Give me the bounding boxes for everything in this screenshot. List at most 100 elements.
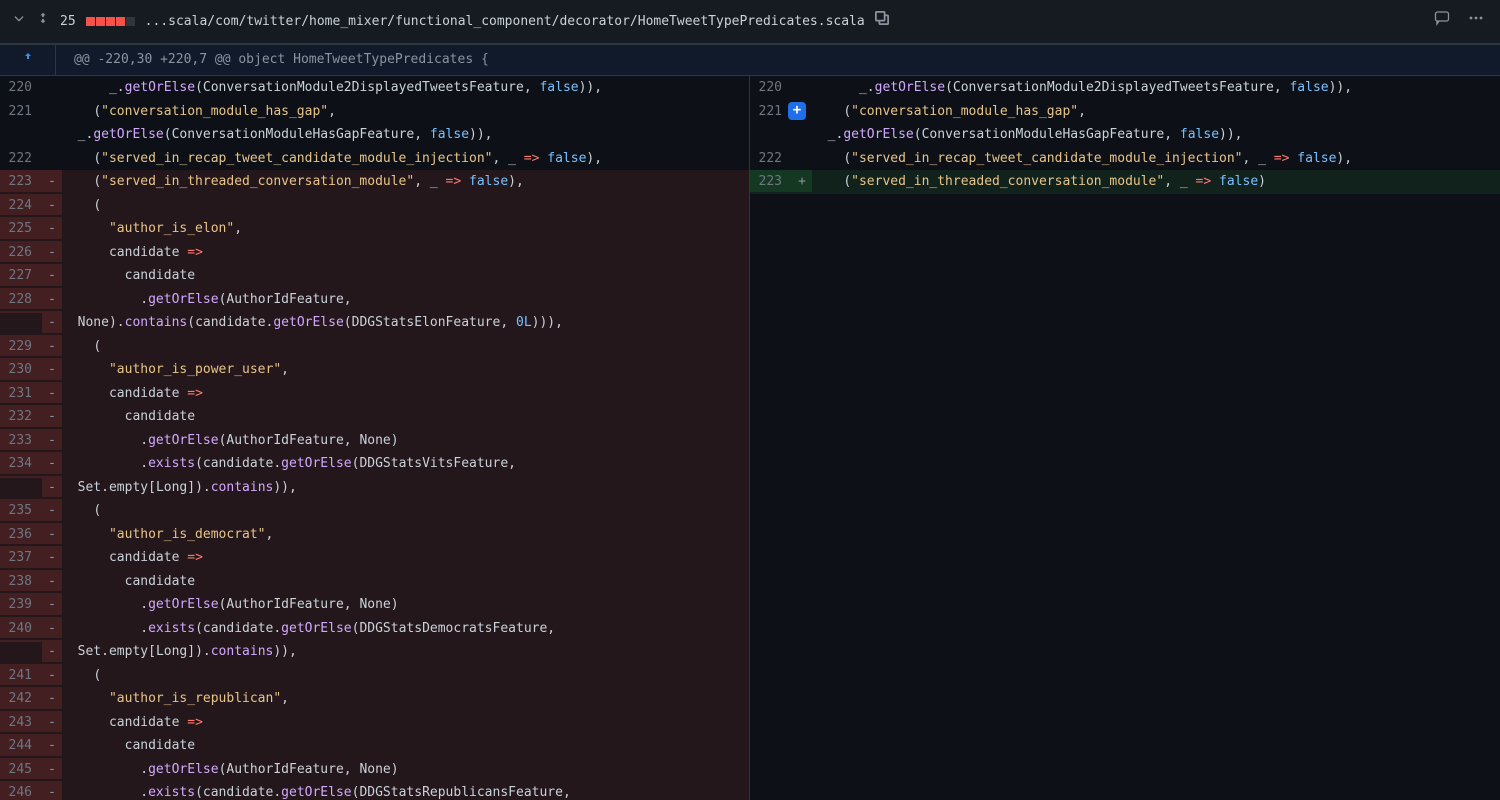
- code-content: candidate =>: [62, 711, 749, 735]
- diff-line[interactable]: 245- .getOrElse(AuthorIdFeature, None): [0, 758, 749, 782]
- diff-line[interactable]: 225- "author_is_elon",: [0, 217, 749, 241]
- line-number[interactable]: 236: [0, 523, 42, 545]
- line-number[interactable]: 244: [0, 734, 42, 756]
- diff-line[interactable]: 222 ("served_in_recap_tweet_candidate_mo…: [750, 147, 1500, 171]
- diff-marker: -: [42, 593, 62, 615]
- diff-line[interactable]: 243- candidate =>: [0, 711, 749, 735]
- diff-line[interactable]: 223- ("served_in_threaded_conversation_m…: [0, 170, 749, 194]
- diff-line[interactable]: 237- candidate =>: [0, 546, 749, 570]
- line-number[interactable]: 223: [750, 170, 792, 192]
- code-content: Set.empty[Long]).contains)),: [62, 640, 749, 664]
- code-content: None).contains(candidate.getOrElse(DDGSt…: [62, 311, 749, 335]
- line-number[interactable]: 226: [0, 241, 42, 263]
- line-number[interactable]: 231: [0, 382, 42, 404]
- file-header: 25 ...scala/com/twitter/home_mixer/funct…: [0, 0, 1500, 44]
- diff-line[interactable]: - Set.empty[Long]).contains)),: [0, 476, 749, 500]
- diff-line[interactable]: 221 ("conversation_module_has_gap",: [0, 100, 749, 124]
- diff-line[interactable]: 222 ("served_in_recap_tweet_candidate_mo…: [0, 147, 749, 171]
- diff-line[interactable]: 244- candidate: [0, 734, 749, 758]
- diff-line[interactable]: - None).contains(candidate.getOrElse(DDG…: [0, 311, 749, 335]
- diff-marker: -: [42, 217, 62, 239]
- line-number[interactable]: [0, 123, 42, 125]
- line-number[interactable]: 221: [0, 100, 42, 122]
- line-number[interactable]: 225: [0, 217, 42, 239]
- diff-marker: -: [42, 523, 62, 545]
- line-number[interactable]: [0, 476, 42, 478]
- diff-line[interactable]: 236- "author_is_democrat",: [0, 523, 749, 547]
- diff-line[interactable]: 220 _.getOrElse(ConversationModule2Displ…: [750, 76, 1500, 100]
- code-content: .getOrElse(AuthorIdFeature, None): [62, 593, 749, 617]
- diff-line[interactable]: 238- candidate: [0, 570, 749, 594]
- diff-line[interactable]: 242- "author_is_republican",: [0, 687, 749, 711]
- diff-line[interactable]: 226- candidate =>: [0, 241, 749, 265]
- line-number[interactable]: 238: [0, 570, 42, 592]
- line-number[interactable]: 246: [0, 781, 42, 800]
- diff-marker: -: [42, 758, 62, 780]
- diff-line[interactable]: _.getOrElse(ConversationModuleHasGapFeat…: [750, 123, 1500, 147]
- line-number[interactable]: [0, 311, 42, 313]
- diff-line[interactable]: 234- .exists(candidate.getOrElse(DDGStat…: [0, 452, 749, 476]
- expand-all-icon[interactable]: [36, 11, 50, 32]
- expand-hunk-icon[interactable]: [0, 45, 56, 75]
- diff-line[interactable]: 228- .getOrElse(AuthorIdFeature,: [0, 288, 749, 312]
- code-content: .getOrElse(AuthorIdFeature,: [62, 288, 749, 312]
- diff-line[interactable]: 231- candidate =>: [0, 382, 749, 406]
- line-number[interactable]: 237: [0, 546, 42, 568]
- line-number[interactable]: 235: [0, 499, 42, 521]
- expand-badge-icon[interactable]: +: [788, 102, 806, 120]
- line-number[interactable]: 240: [0, 617, 42, 639]
- line-number[interactable]: 239: [0, 593, 42, 615]
- line-number[interactable]: 223: [0, 170, 42, 192]
- code-content: ("served_in_recap_tweet_candidate_module…: [62, 147, 749, 171]
- kebab-menu-icon[interactable]: [1464, 10, 1488, 33]
- diff-line[interactable]: 224- (: [0, 194, 749, 218]
- code-content: candidate =>: [62, 241, 749, 265]
- line-number[interactable]: [0, 640, 42, 642]
- copy-path-icon[interactable]: [875, 11, 889, 32]
- line-number[interactable]: 228: [0, 288, 42, 310]
- line-number[interactable]: 221: [750, 100, 792, 122]
- diff-line[interactable]: _.getOrElse(ConversationModuleHasGapFeat…: [0, 123, 749, 147]
- line-number[interactable]: 222: [0, 147, 42, 169]
- line-number[interactable]: 224: [0, 194, 42, 216]
- code-content: candidate =>: [62, 546, 749, 570]
- diff-line[interactable]: 246- .exists(candidate.getOrElse(DDGStat…: [0, 781, 749, 800]
- diff-line[interactable]: 240- .exists(candidate.getOrElse(DDGStat…: [0, 617, 749, 641]
- diff-line[interactable]: 220 _.getOrElse(ConversationModule2Displ…: [0, 76, 749, 100]
- diff-line[interactable]: 239- .getOrElse(AuthorIdFeature, None): [0, 593, 749, 617]
- line-number[interactable]: 220: [750, 76, 792, 98]
- comment-icon[interactable]: [1430, 10, 1454, 33]
- diff-line[interactable]: 227- candidate: [0, 264, 749, 288]
- line-number[interactable]: [750, 123, 792, 125]
- line-number[interactable]: 222: [750, 147, 792, 169]
- diff-line[interactable]: 241- (: [0, 664, 749, 688]
- line-number[interactable]: 220: [0, 76, 42, 98]
- line-number[interactable]: 227: [0, 264, 42, 286]
- line-number[interactable]: 234: [0, 452, 42, 474]
- diff-line[interactable]: 235- (: [0, 499, 749, 523]
- collapse-chevron-icon[interactable]: [12, 11, 26, 32]
- diff-marker: [792, 123, 812, 125]
- code-content: ("conversation_module_has_gap",: [62, 100, 749, 124]
- line-number[interactable]: 229: [0, 335, 42, 357]
- line-number[interactable]: 245: [0, 758, 42, 780]
- line-number[interactable]: 233: [0, 429, 42, 451]
- code-content: .exists(candidate.getOrElse(DDGStatsDemo…: [62, 617, 749, 641]
- diff-line[interactable]: 230- "author_is_power_user",: [0, 358, 749, 382]
- diff-line[interactable]: 233- .getOrElse(AuthorIdFeature, None): [0, 429, 749, 453]
- line-number[interactable]: 242: [0, 687, 42, 709]
- diff-line[interactable]: 229- (: [0, 335, 749, 359]
- line-number[interactable]: 230: [0, 358, 42, 380]
- file-path[interactable]: ...scala/com/twitter/home_mixer/function…: [145, 12, 865, 32]
- diff-marker: -: [42, 335, 62, 357]
- code-content: .getOrElse(AuthorIdFeature, None): [62, 758, 749, 782]
- line-number[interactable]: 243: [0, 711, 42, 733]
- diff-line[interactable]: 221+ ("conversation_module_has_gap",: [750, 100, 1500, 124]
- diff-line[interactable]: - Set.empty[Long]).contains)),: [0, 640, 749, 664]
- line-number[interactable]: 232: [0, 405, 42, 427]
- diff-marker: -: [42, 664, 62, 686]
- diff-line[interactable]: 232- candidate: [0, 405, 749, 429]
- line-number[interactable]: 241: [0, 664, 42, 686]
- diff-line[interactable]: 223+ ("served_in_threaded_conversation_m…: [750, 170, 1500, 194]
- diff-marker: -: [42, 452, 62, 474]
